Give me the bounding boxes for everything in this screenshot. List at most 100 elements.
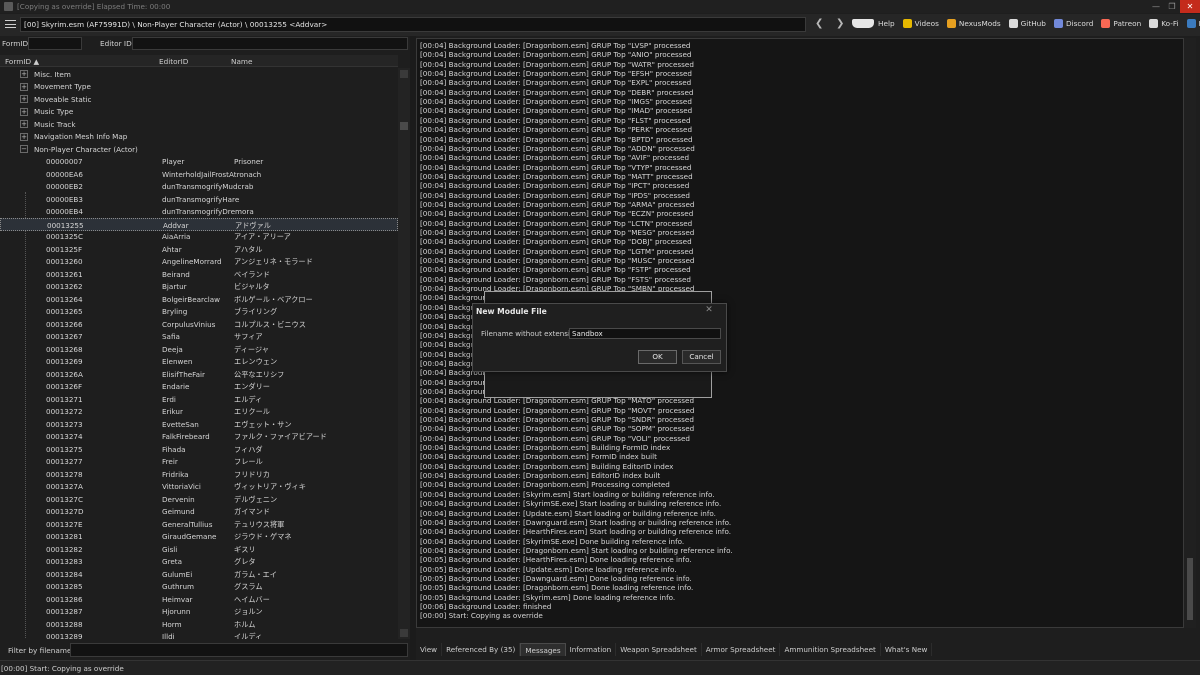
record-row[interactable]: 00013264 BolgeirBearclaw ボルゲール・ベアクロー xyxy=(0,293,398,306)
record-row[interactable]: 00013269 Elenwen エレンウェン xyxy=(0,356,398,369)
record-name: テュリウス将軍 xyxy=(234,519,285,529)
record-row[interactable]: 00013285 Guthrum グスラム xyxy=(0,581,398,594)
record-row[interactable]: 0001325C AiaArria アイア・アリーア xyxy=(0,231,398,244)
record-row[interactable]: 00013286 Heimvar ヘイムバー xyxy=(0,593,398,606)
link-patreon[interactable]: Patreon xyxy=(1101,19,1141,28)
expand-toggle-icon[interactable]: + xyxy=(20,120,28,128)
record-row[interactable]: 00013284 GulumEi ガラム・エイ xyxy=(0,568,398,581)
record-row[interactable]: 00013266 CorpulusVinius コルプルス・ビニウス xyxy=(0,318,398,331)
record-row[interactable]: 00000007 Player Prisoner xyxy=(0,156,398,169)
record-row[interactable]: 00013287 Hjorunn ジョルン xyxy=(0,606,398,619)
record-row[interactable]: 0001327A VittoriaVici ヴィットリア・ヴィキ xyxy=(0,481,398,494)
log-scrollbar[interactable] xyxy=(1184,38,1196,628)
record-row[interactable]: 00013275 Fihada フィハダ xyxy=(0,443,398,456)
tab-referenced-by-35[interactable]: Referenced By (35) xyxy=(442,643,521,656)
record-row[interactable]: 00013268 Deeja ディージャ xyxy=(0,343,398,356)
formid-input[interactable] xyxy=(28,37,82,50)
record-row[interactable]: 00013273 EvetteSan エヴェット・サン xyxy=(0,418,398,431)
record-row[interactable]: 00000EA6 WinterholdJailFrostAtronach xyxy=(0,168,398,181)
expand-toggle-icon[interactable]: + xyxy=(20,82,28,91)
column-formid[interactable]: FormID ▲ xyxy=(5,57,39,66)
dialog-close-icon[interactable]: ✕ xyxy=(696,305,722,316)
record-path-field[interactable]: [00] Skyrim.esm (AF75991D) \ Non-Player … xyxy=(20,17,806,32)
scroll-down-arrow[interactable] xyxy=(400,629,408,637)
tab-messages[interactable]: Messages xyxy=(520,643,566,656)
record-row[interactable]: 00013272 Erikur エリクール xyxy=(0,406,398,419)
record-row[interactable]: 00000EB3 dunTransmogrifyHare xyxy=(0,193,398,206)
column-name[interactable]: Name xyxy=(231,57,253,66)
link-discord[interactable]: Discord xyxy=(1053,19,1093,28)
record-row[interactable]: 00013282 Gisli ギスリ xyxy=(0,543,398,556)
tree-group-row[interactable]: + Moveable Static xyxy=(0,93,398,106)
tree-group-row[interactable]: + Music Track xyxy=(0,118,398,131)
record-row[interactable]: 0001327D Geimund ガイマンド xyxy=(0,506,398,519)
record-row[interactable]: 00013288 Horm ホルム xyxy=(0,618,398,631)
link-label: Videos xyxy=(914,19,939,28)
filename-input[interactable]: Sandbox xyxy=(569,328,721,339)
link-ko-fi[interactable]: Ko-Fi xyxy=(1149,19,1179,28)
filter-input[interactable] xyxy=(70,643,408,657)
maximize-button[interactable]: ❐ xyxy=(1164,0,1180,13)
tree-group-row[interactable]: + Movement Type xyxy=(0,81,398,94)
record-row[interactable]: 00013262 Bjartur ビジャルタ xyxy=(0,281,398,294)
back-arrow-icon[interactable]: ❮ xyxy=(815,18,823,29)
link-github[interactable]: GitHub xyxy=(1008,19,1046,28)
record-row[interactable]: 00013255 Addvar アドヴァル xyxy=(0,218,398,231)
tree-scroll-thumb[interactable] xyxy=(400,122,408,130)
scroll-up-arrow[interactable] xyxy=(400,70,408,78)
expand-toggle-icon[interactable]: + xyxy=(20,95,28,103)
link-paypal[interactable]: PayPal xyxy=(1186,19,1200,28)
record-name: イルディ xyxy=(234,632,263,639)
record-row[interactable]: 0001327C Dervenin デルヴェニン xyxy=(0,493,398,506)
record-row[interactable]: 00013283 Greta グレタ xyxy=(0,556,398,569)
log-scroll-thumb[interactable] xyxy=(1187,558,1193,620)
record-row[interactable]: 00000EB4 dunTransmogrifyDremora xyxy=(0,206,398,219)
tree-group-row[interactable]: − Non-Player Character (Actor) xyxy=(0,143,398,156)
tab-weapon-spreadsheet[interactable]: Weapon Spreadsheet xyxy=(616,643,702,656)
editorid-input[interactable] xyxy=(132,37,408,50)
tab-what-s-new[interactable]: What's New xyxy=(881,643,933,656)
minimize-button[interactable]: — xyxy=(1148,0,1164,13)
expand-toggle-icon[interactable]: + xyxy=(20,132,28,141)
log-line: [00:04] Background Loader: [Dragonborn.e… xyxy=(420,125,693,135)
tab-ammunition-spreadsheet[interactable]: Ammunition Spreadsheet xyxy=(780,643,881,656)
expand-toggle-icon[interactable]: − xyxy=(20,145,28,153)
record-row[interactable]: 0001326F Endarie エンダリー xyxy=(0,381,398,394)
record-row[interactable]: 00013260 AngelineMorrard アンジェリネ・モラード xyxy=(0,256,398,269)
record-row[interactable]: 00013261 Beirand ベイランド xyxy=(0,268,398,281)
expand-toggle-icon[interactable]: + xyxy=(20,70,28,78)
link-help[interactable]: Help xyxy=(852,19,895,28)
record-row[interactable]: 00013274 FalkFirebeard ファルク・ファイアビアード xyxy=(0,431,398,444)
record-row[interactable]: 00013289 Illdi イルディ xyxy=(0,631,398,639)
record-row[interactable]: 00013278 Fridrika フリドリカ xyxy=(0,468,398,481)
record-row[interactable]: 00013277 Freir フレール xyxy=(0,456,398,469)
cancel-button[interactable]: Cancel xyxy=(682,350,721,364)
record-editorid: Ahtar xyxy=(162,244,182,254)
tree-group-row[interactable]: + Misc. Item xyxy=(0,68,398,81)
column-editorid[interactable]: EditorID xyxy=(159,57,188,66)
record-row[interactable]: 00013281 GiraudGemane ジラウド・ゲマネ xyxy=(0,531,398,544)
tab-view[interactable]: View xyxy=(416,643,443,656)
record-editorid: Hjorunn xyxy=(162,607,191,616)
log-line: [00:04] Background Loader: [Dragonborn.e… xyxy=(420,452,657,462)
record-row[interactable]: 00013265 Bryling ブライリング xyxy=(0,306,398,319)
close-button[interactable]: ✕ xyxy=(1180,0,1200,13)
tree-group-row[interactable]: + Music Type xyxy=(0,106,398,119)
record-row[interactable]: 0001327E GeneralTullius テュリウス将軍 xyxy=(0,518,398,531)
menu-icon[interactable] xyxy=(5,20,16,29)
record-row[interactable]: 00000EB2 dunTransmogrifyMudcrab xyxy=(0,181,398,194)
forward-arrow-icon[interactable]: ❯ xyxy=(836,18,844,29)
log-line: [00:04] Background Loader: [Dragonborn.e… xyxy=(420,153,690,163)
tab-armor-spreadsheet[interactable]: Armor Spreadsheet xyxy=(702,643,781,656)
record-row[interactable]: 00013271 Erdi エルディ xyxy=(0,393,398,406)
ok-button[interactable]: OK xyxy=(638,350,677,364)
expand-toggle-icon[interactable]: + xyxy=(20,107,28,116)
tree-scrollbar[interactable] xyxy=(398,68,410,639)
link-videos[interactable]: Videos xyxy=(902,19,939,28)
link-nexusmods[interactable]: NexusMods xyxy=(946,19,1001,28)
tree-group-row[interactable]: + Navigation Mesh Info Map xyxy=(0,131,398,144)
tab-information[interactable]: Information xyxy=(566,643,617,656)
record-row[interactable]: 00013267 Safia サフィア xyxy=(0,331,398,344)
record-row[interactable]: 0001326A ElisifTheFair 公平なエリシフ xyxy=(0,368,398,381)
record-row[interactable]: 0001325F Ahtar アハタル xyxy=(0,243,398,256)
